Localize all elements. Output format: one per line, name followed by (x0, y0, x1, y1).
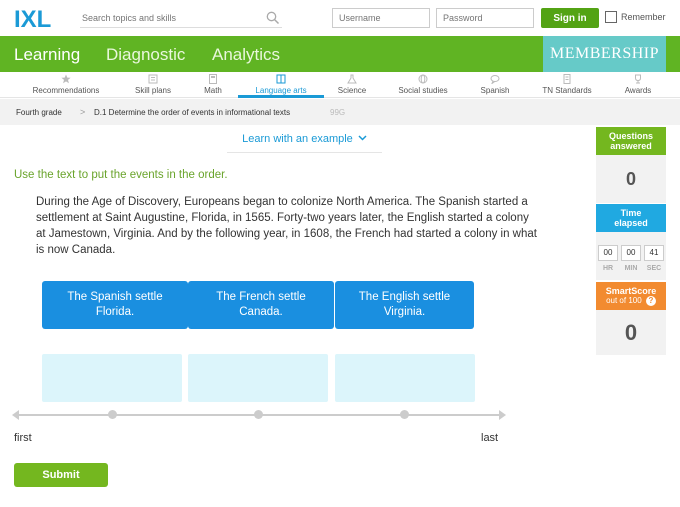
drop-slot-3[interactable] (335, 354, 475, 402)
timeline-last-label: last (481, 432, 499, 444)
tile-label: The English settle Virginia. (358, 291, 451, 318)
submit-button[interactable]: Submit (14, 463, 108, 487)
answer-tile-french[interactable]: The French settle Canada. (188, 281, 334, 329)
subnav-math[interactable]: Math (194, 72, 232, 98)
learn-with-example-link[interactable]: Learn with an example (227, 126, 382, 153)
tile-label: The Spanish settle Florida. (67, 291, 163, 318)
password-field[interactable] (436, 8, 534, 28)
subnav-awards[interactable]: Awards (618, 72, 658, 98)
chevron-down-icon (358, 135, 367, 141)
subject-nav: Recommendations Skill plans Math Languag… (0, 72, 680, 98)
subnav-skill-plans[interactable]: Skill plans (124, 72, 182, 98)
questions-answered-header: Questions answered (596, 127, 666, 155)
time-seconds: 41 (644, 245, 664, 261)
time-minutes: 00 (621, 245, 641, 261)
question-passage: During the Age of Discovery, Europeans b… (36, 196, 537, 256)
username-field[interactable] (332, 8, 430, 28)
questions-answered-title: Questions answered (608, 131, 653, 151)
nav-diagnostic[interactable]: Diagnostic (106, 45, 185, 65)
timeline-arrow-left-icon (12, 410, 19, 420)
logo-text: IXL (14, 6, 51, 30)
tile-label: The French settle Canada. (216, 291, 306, 318)
document-icon (563, 74, 571, 84)
subnav-recommendations[interactable]: Recommendations (24, 72, 108, 98)
trophy-icon (635, 74, 641, 84)
smartscore-header: SmartScore out of 100 ? (596, 282, 666, 310)
globe-icon (418, 74, 428, 84)
remember-label: Remember (621, 12, 666, 22)
subnav-label: Spanish (480, 86, 510, 95)
skill-code: 99G (330, 108, 346, 117)
subnav-spanish[interactable]: Spanish (474, 72, 516, 98)
nav-learning[interactable]: Learning (14, 45, 80, 65)
star-icon (61, 74, 71, 84)
smartscore-title: SmartScore (605, 286, 657, 296)
subnav-tn-standards[interactable]: TN Standards (536, 72, 598, 98)
subnav-label: Language arts (255, 86, 307, 95)
subnav-label: Awards (624, 86, 652, 95)
smartscore-subtitle: out of 100 (606, 296, 642, 305)
question-instruction: Use the text to put the events in the or… (14, 169, 228, 181)
timeline-tick (254, 410, 263, 419)
subnav-label: Math (204, 86, 222, 95)
sign-in-button[interactable]: Sign in (541, 8, 599, 28)
time-hours-label: HR (602, 265, 614, 272)
search-icon[interactable] (266, 11, 280, 25)
subnav-label: Recommendations (32, 86, 100, 95)
drop-slot-2[interactable] (188, 354, 328, 402)
flask-icon (347, 74, 357, 84)
ixl-logo[interactable]: IXL (14, 6, 70, 30)
membership-button[interactable]: MEMBERSHIP (543, 36, 666, 72)
breadcrumb-grade[interactable]: Fourth grade (16, 108, 62, 117)
timeline-arrow-right-icon (499, 410, 506, 420)
time-minutes-label: MIN (624, 265, 638, 272)
subnav-label: Science (337, 86, 367, 95)
active-tab-indicator (238, 95, 324, 98)
timeline-tick (400, 410, 409, 419)
breadcrumb-skill: D.1 Determine the order of events in inf… (94, 108, 291, 117)
subnav-label: Skill plans (134, 86, 171, 95)
time-elapsed-header: Time elapsed (596, 204, 666, 232)
subnav-social-studies[interactable]: Social studies (388, 72, 458, 98)
timeline-tick (108, 410, 117, 419)
time-elapsed-title: Time elapsed (614, 208, 648, 228)
breadcrumb-separator: > (80, 107, 86, 117)
learn-link-label: Learn with an example (242, 133, 353, 145)
search-input[interactable] (80, 8, 282, 28)
drop-slot-1[interactable] (42, 354, 182, 402)
timeline-first-label: first (14, 432, 32, 444)
top-bar: IXL Sign in Remember (0, 0, 680, 36)
questions-answered-value: 0 (596, 155, 666, 203)
answer-tile-spanish[interactable]: The Spanish settle Florida. (42, 281, 188, 329)
help-icon[interactable]: ? (645, 296, 656, 306)
time-hours: 00 (598, 245, 618, 261)
calculator-icon (209, 74, 217, 84)
answer-tile-english[interactable]: The English settle Virginia. (335, 281, 474, 329)
list-icon (148, 74, 158, 84)
nav-analytics[interactable]: Analytics (212, 45, 280, 65)
subnav-label: TN Standards (542, 86, 592, 95)
time-seconds-label: SEC (646, 265, 662, 272)
remember-checkbox[interactable] (605, 11, 617, 23)
subnav-science[interactable]: Science (332, 72, 372, 98)
smartscore-value: 0 (596, 310, 666, 355)
subnav-label: Social studies (398, 86, 448, 95)
speech-icon (490, 75, 500, 84)
book-icon (276, 74, 286, 84)
